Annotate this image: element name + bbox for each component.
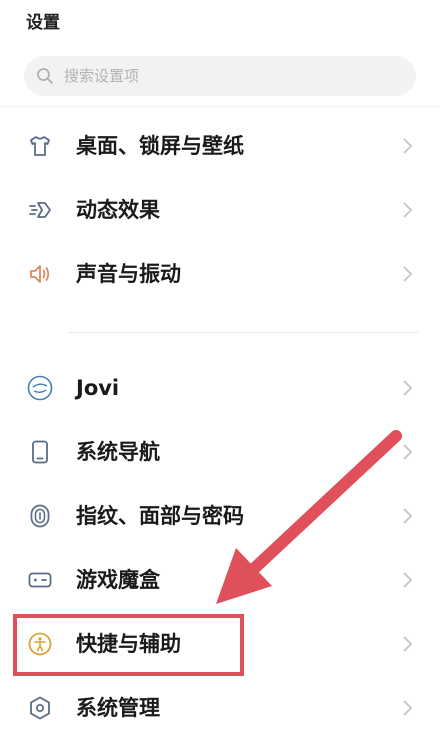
search-icon (37, 68, 53, 84)
settings-item-label: 声音与振动 (76, 262, 181, 286)
hexagon-icon (26, 694, 54, 722)
settings-item-motion-effects[interactable]: 动态效果 (0, 182, 440, 238)
highlight-box (13, 614, 244, 676)
chevron-right-icon (403, 508, 413, 524)
settings-item-system-navigation[interactable]: 系统导航 (0, 424, 440, 480)
settings-item-sound-vibration[interactable]: 声音与振动 (0, 246, 440, 302)
settings-item-label: 动态效果 (76, 198, 160, 222)
settings-item-label: 系统管理 (76, 696, 160, 720)
settings-item-label: Jovi (76, 376, 120, 400)
chevron-right-icon (403, 266, 413, 282)
settings-item-label: 系统导航 (76, 440, 160, 464)
settings-item-label: 指纹、面部与密码 (76, 504, 244, 528)
chevron-right-icon (403, 380, 413, 396)
chevron-right-icon (403, 636, 413, 652)
tshirt-icon (26, 132, 54, 160)
speaker-icon (26, 260, 54, 288)
settings-item-label: 游戏魔盒 (76, 568, 160, 592)
search-input[interactable] (62, 66, 386, 86)
settings-item-system-management[interactable]: 系统管理 (0, 680, 440, 736)
chevron-right-icon (403, 202, 413, 218)
settings-item-jovi[interactable]: Jovi (0, 360, 440, 416)
fingerprint-icon (26, 502, 54, 530)
gamepad-icon (26, 566, 54, 594)
chevron-right-icon (403, 138, 413, 154)
phone-icon (26, 438, 54, 466)
chevron-right-icon (403, 700, 413, 716)
chevron-right-icon (403, 444, 413, 460)
group-divider (68, 332, 418, 333)
header-divider (0, 106, 440, 107)
settings-item-game-box[interactable]: 游戏魔盒 (0, 552, 440, 608)
search-bar[interactable] (24, 56, 416, 96)
motion-effect-icon (26, 196, 54, 224)
chevron-right-icon (403, 572, 413, 588)
jovi-icon (26, 374, 54, 402)
settings-item-desktop-lockscreen-wallpaper[interactable]: 桌面、锁屏与壁纸 (0, 118, 440, 174)
settings-item-label: 桌面、锁屏与壁纸 (76, 134, 244, 158)
page-title: 设置 (26, 13, 60, 33)
settings-item-fingerprint-face-password[interactable]: 指纹、面部与密码 (0, 488, 440, 544)
